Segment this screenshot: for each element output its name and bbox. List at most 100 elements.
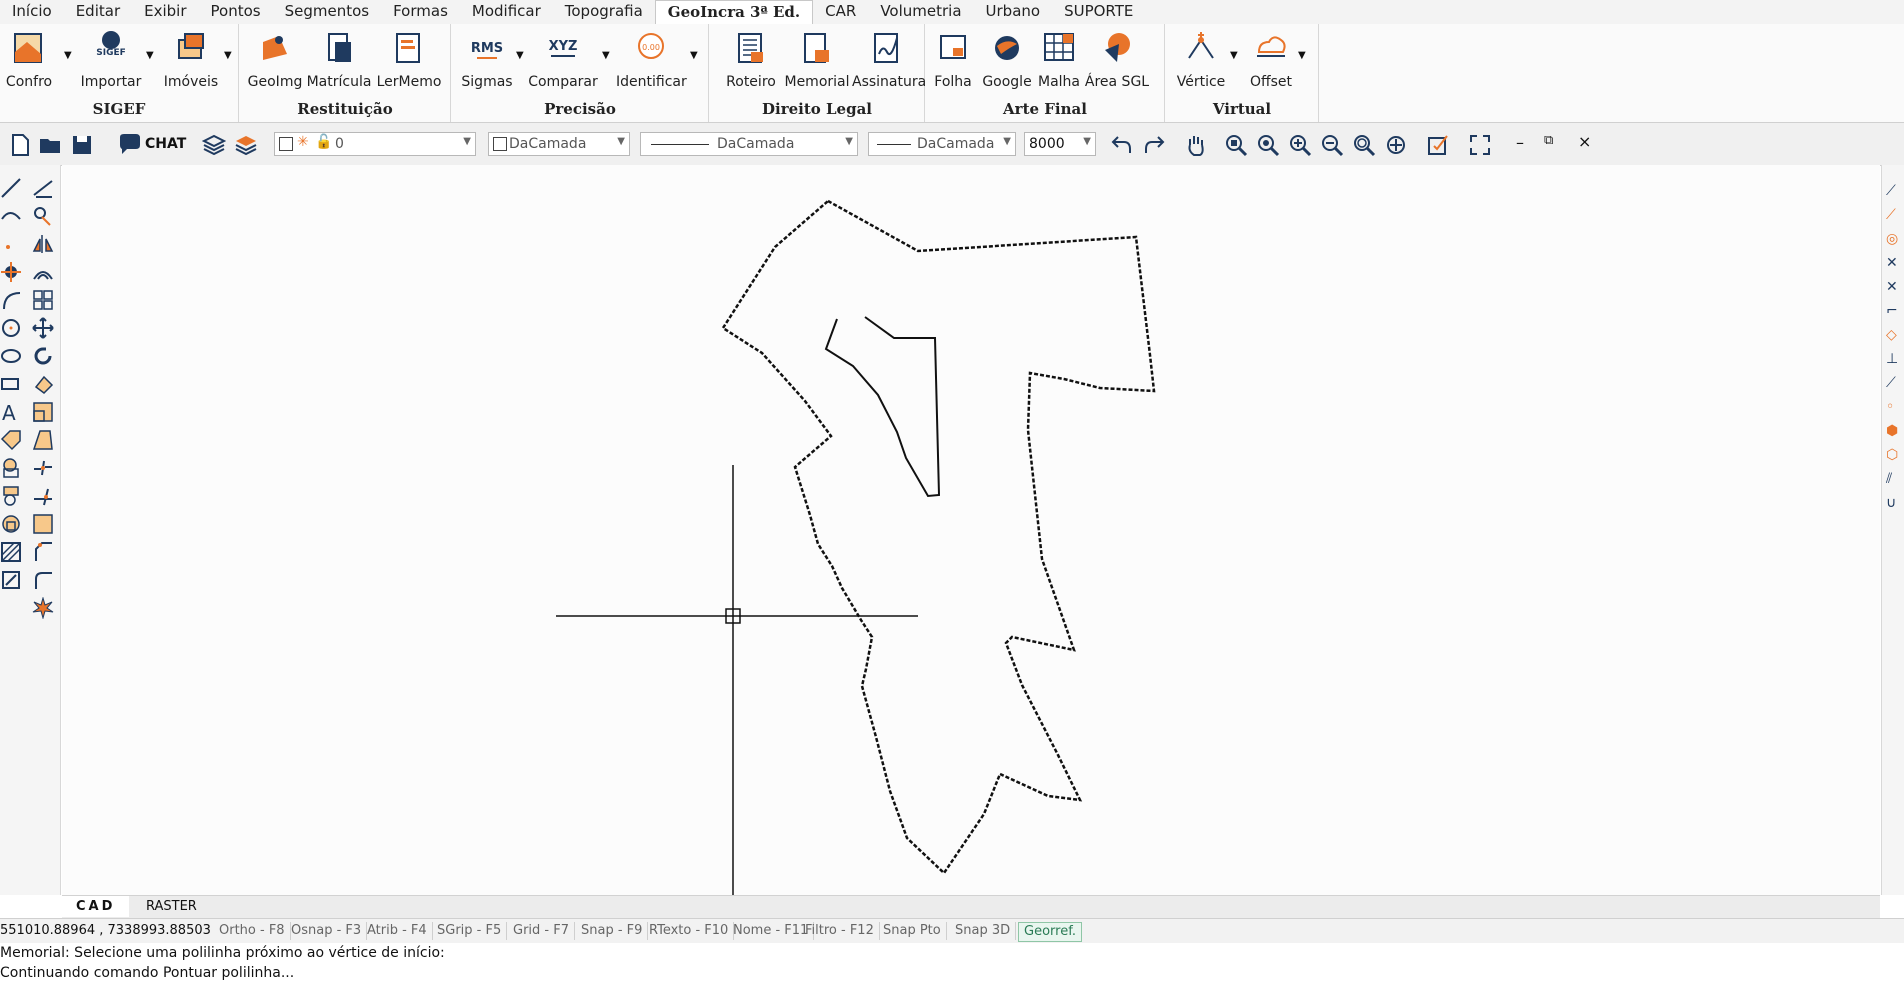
extend-tool-icon[interactable] <box>32 485 54 507</box>
zoom-window-icon[interactable] <box>1224 133 1248 157</box>
note-tool-icon[interactable] <box>32 513 54 535</box>
menu-geoincra[interactable]: GeoIncra 3ª Ed. <box>654 0 814 24</box>
restore-icon[interactable]: ⧉ <box>1544 133 1553 148</box>
importar-button[interactable]: SIGEF Importar <box>76 30 146 90</box>
region-tool-icon[interactable] <box>0 513 22 535</box>
layer-select[interactable]: ✳ 🔓 0 ▼ <box>274 132 476 156</box>
importar-dropdown-icon[interactable]: ▼ <box>146 50 154 61</box>
line-tool-icon[interactable] <box>0 177 22 199</box>
new-file-icon[interactable] <box>8 133 32 157</box>
area-sgl-button[interactable]: Área SGL <box>1082 30 1152 90</box>
tab-cad[interactable]: CAD <box>62 896 130 917</box>
snap-extension-icon[interactable]: ⌐ <box>1886 303 1898 319</box>
hatch-tool-icon[interactable] <box>0 541 22 563</box>
parcel-boundary-polygon[interactable] <box>721 199 1156 875</box>
block-create-icon[interactable] <box>0 485 22 507</box>
identificar-button[interactable]: 0.00 Identificar <box>616 30 687 90</box>
confro-button[interactable]: Confro <box>0 30 64 90</box>
snap-magnet-icon[interactable]: ∪ <box>1886 495 1896 511</box>
snap-node-icon[interactable]: ◦ <box>1886 399 1894 415</box>
layers-icon[interactable] <box>202 133 226 157</box>
drawing-area[interactable] <box>62 165 1880 895</box>
memorial-button[interactable]: Memorial <box>782 30 852 90</box>
rotate-tool-icon[interactable] <box>32 345 54 367</box>
sigmas-button[interactable]: RMS Sigmas <box>452 30 522 90</box>
grid-toggle[interactable]: Grid - F7 <box>508 922 575 940</box>
polyline-tool-icon[interactable] <box>0 205 22 227</box>
zoom-extents-icon[interactable] <box>1256 133 1280 157</box>
ortho-toggle[interactable]: Ortho - F8 <box>214 922 291 940</box>
chat-button[interactable]: CHAT <box>118 133 186 155</box>
block-insert-icon[interactable] <box>0 457 22 479</box>
lermemo-button[interactable]: LerMemo <box>374 30 444 90</box>
snap-perpendicular-icon[interactable]: ⊥ <box>1886 351 1898 367</box>
pan-hand-icon[interactable] <box>1184 133 1208 157</box>
layer-states-icon[interactable] <box>234 133 258 157</box>
snap-endpoint-icon[interactable]: ⟋ <box>1886 183 1896 199</box>
open-folder-icon[interactable] <box>38 133 62 157</box>
offset-button[interactable]: Offset <box>1236 30 1306 90</box>
menu-volumetria[interactable]: Volumetria <box>868 0 973 24</box>
save-icon[interactable] <box>70 133 94 157</box>
array-tool-icon[interactable] <box>32 289 54 311</box>
roteiro-button[interactable]: Roteiro <box>716 30 786 90</box>
snap-tangent-icon[interactable]: ⟋ <box>1886 375 1896 391</box>
drawing-canvas[interactable] <box>62 165 1880 895</box>
break-tool-icon[interactable] <box>32 457 54 479</box>
vertice-button[interactable]: Vértice <box>1166 30 1236 90</box>
matricula-button[interactable]: Matrícula <box>304 30 374 90</box>
redo-icon[interactable] <box>1142 133 1166 157</box>
geoimg-button[interactable]: GeoImg <box>240 30 310 90</box>
snap-nearest-icon[interactable]: ⬡ <box>1886 447 1898 463</box>
menu-modificar[interactable]: Modificar <box>460 0 553 24</box>
menu-urbano[interactable]: Urbano <box>974 0 1053 24</box>
chamfer-tool-icon[interactable] <box>32 541 54 563</box>
zoom-out-icon[interactable] <box>1320 133 1344 157</box>
filtro-toggle[interactable]: Filtro - F12 <box>800 922 880 940</box>
comparar-button[interactable]: XYZ Comparar <box>528 30 598 90</box>
snap-quadrant-icon[interactable]: ◇ <box>1886 327 1897 343</box>
scale-select[interactable]: 8000 ▼ <box>1024 132 1096 156</box>
properties-icon[interactable] <box>1426 133 1450 157</box>
identificar-dropdown-icon[interactable]: ▼ <box>690 50 698 61</box>
snap-pto-toggle[interactable]: Snap Pto <box>878 922 947 940</box>
assinatura-button[interactable]: Assinatura <box>852 30 926 90</box>
zoom-in-icon[interactable] <box>1288 133 1312 157</box>
imoveis-button[interactable]: Imóveis <box>156 30 226 90</box>
snap-toggle[interactable]: Snap - F9 <box>576 922 649 940</box>
menu-editar[interactable]: Editar <box>64 0 132 24</box>
fillet-tool-icon[interactable] <box>32 569 54 591</box>
stretch-tool-icon[interactable] <box>32 429 54 451</box>
tag-tool-icon[interactable] <box>0 429 22 451</box>
snap-center-circle-icon[interactable]: ◎ <box>1886 231 1898 247</box>
imoveis-dropdown-icon[interactable]: ▼ <box>224 50 232 61</box>
scale-tool-icon[interactable] <box>32 401 54 423</box>
menu-segmentos[interactable]: Segmentos <box>273 0 382 24</box>
sigmas-dropdown-icon[interactable]: ▼ <box>516 50 524 61</box>
zoom-realtime-icon[interactable] <box>1384 133 1408 157</box>
tab-raster[interactable]: RASTER <box>132 896 211 917</box>
menu-inicio[interactable]: Início <box>0 0 64 24</box>
menu-exibir[interactable]: Exibir <box>132 0 198 24</box>
trim-tool-icon[interactable] <box>32 205 54 227</box>
color-select[interactable]: DaCamada ▼ <box>488 132 630 156</box>
snap-intersection-icon[interactable]: ✕ <box>1886 255 1898 271</box>
erase-tool-icon[interactable] <box>32 373 54 395</box>
undo-icon[interactable] <box>1110 133 1134 157</box>
linetype-select[interactable]: DaCamada ▼ <box>640 132 858 156</box>
move-tool-icon[interactable] <box>32 317 54 339</box>
offset-dropdown-icon[interactable]: ▼ <box>1298 50 1306 61</box>
snap-insert-icon[interactable]: ⬢ <box>1886 423 1898 439</box>
arc-tool-icon[interactable] <box>0 289 22 311</box>
measure-tool-icon[interactable] <box>32 177 54 199</box>
offset-tool-icon[interactable] <box>32 261 54 283</box>
circle-tool-icon[interactable] <box>0 317 22 339</box>
sgrip-toggle[interactable]: SGrip - F5 <box>432 922 508 940</box>
menu-pontos[interactable]: Pontos <box>199 0 273 24</box>
snap-3d-toggle[interactable]: Snap 3D <box>950 922 1017 940</box>
confro-dropdown-icon[interactable]: ▼ <box>64 50 72 61</box>
point-tool-icon[interactable] <box>0 233 22 255</box>
snap-center-icon[interactable] <box>0 261 22 283</box>
minimize-icon[interactable]: – <box>1516 133 1524 152</box>
osnap-toggle[interactable]: Osnap - F3 <box>286 922 368 940</box>
